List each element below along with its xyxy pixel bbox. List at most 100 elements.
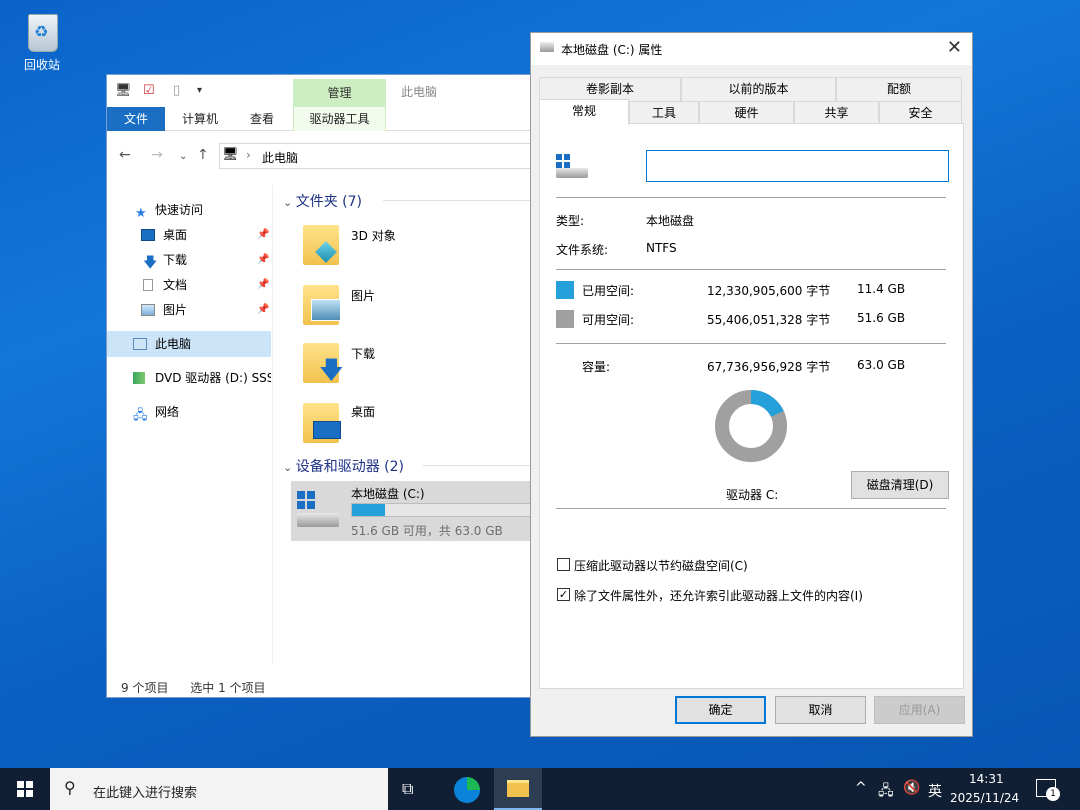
tab-hardware[interactable]: 硬件 [699,101,794,125]
general-panel: 类型: 本地磁盘 文件系统: NTFS 已用空间: 12,330,905,600… [539,123,964,689]
windows-logo-icon [17,781,24,788]
filesystem-value: NTFS [646,241,677,255]
folder-label: 桌面 [351,405,376,419]
desktop-icon [313,421,341,439]
nav-network[interactable]: 🖧 网络 [107,399,271,425]
tab-general[interactable]: 常规 [539,99,629,125]
ime-indicator[interactable]: 英 [928,781,942,801]
back-arrow-icon[interactable]: ← [119,147,131,163]
pin-icon[interactable]: 📌 [257,222,269,248]
properties-icon[interactable]: ☑ [143,83,155,98]
drive-name-input[interactable] [646,150,949,182]
folder-desktop[interactable] [301,399,341,445]
nav-label: 下载 [163,253,188,267]
address-bar-row: ← → ⌄ ↑ 🖥 › 此电脑 [107,141,539,171]
index-label: 除了文件属性外，还允许索引此驱动器上文件的内容(I) [574,589,863,603]
dialog-title: 本地磁盘 (C:) 属性 [561,43,663,57]
drive-c-tile[interactable]: 本地磁盘 (C:) 51.6 GB 可用，共 63.0 GB [291,481,537,541]
tab-row-top: 卷影副本 以前的版本 配额 [539,77,962,101]
pin-icon[interactable]: 📌 [257,297,269,323]
up-arrow-icon[interactable]: ↑ [197,147,209,163]
folder-3d-objects[interactable] [301,221,341,267]
index-checkbox[interactable]: ✓ [557,588,570,601]
notification-icon[interactable]: 1 [1036,779,1060,801]
notification-count: 1 [1046,787,1060,801]
drive-icon [540,42,554,52]
used-space-label: 已用空间: [582,284,635,298]
nav-downloads[interactable]: 🡇 下载 📌 [107,247,271,273]
download-icon: 🡇 [319,356,344,384]
address-box[interactable]: 🖥 › 此电脑 [219,143,539,169]
volume-muted-icon[interactable]: 🔇 [903,780,920,796]
recycle-bin-shortcut[interactable]: 回收站 [14,8,70,73]
tab-security[interactable]: 安全 [879,101,962,125]
compress-checkbox[interactable] [557,558,570,571]
tab-file[interactable]: 文件 [107,107,165,131]
edge-browser-icon[interactable] [454,777,480,803]
tab-quota[interactable]: 配额 [836,77,962,101]
new-folder-icon[interactable]: ▯ [173,83,180,98]
free-space-swatch [556,310,574,328]
context-tab-manage[interactable]: 管理 [293,79,386,107]
network-icon[interactable]: 🖧 [878,780,894,804]
nav-documents[interactable]: 文档 📌 [107,272,271,298]
chevron-down-icon[interactable]: ▾ [197,85,202,96]
properties-dialog: 本地磁盘 (C:) 属性 ✕ 卷影副本 以前的版本 配额 常规 工具 硬件 共享… [530,32,973,737]
tab-previous-versions[interactable]: 以前的版本 [681,77,836,101]
network-icon: 🖧 [133,408,148,423]
nav-dvd-drive[interactable]: DVD 驱动器 (D:) SSS [107,365,271,391]
disk-cleanup-button[interactable]: 磁盘清理(D) [851,471,949,499]
window-title: 此电脑 [401,85,438,99]
type-label: 类型: [556,214,585,228]
recent-chevron-icon[interactable]: ⌄ [179,151,187,162]
status-bar: 9 个项目 选中 1 个项目 [121,679,266,696]
nav-quick-access[interactable]: ★ 快速访问 [107,197,271,223]
chevron-up-icon[interactable]: ^ [855,780,867,796]
ok-button[interactable]: 确定 [675,696,766,724]
pin-icon[interactable]: 📌 [257,247,269,273]
clock-time[interactable]: 14:31 [969,772,1004,786]
close-icon[interactable]: ✕ [947,37,962,58]
tab-view[interactable]: 查看 [235,107,289,131]
dialog-title-bar: 本地磁盘 (C:) 属性 ✕ [531,33,972,65]
nav-this-pc[interactable]: 此电脑 [107,331,271,357]
tab-row-bottom: 常规 工具 硬件 共享 安全 [539,99,962,125]
nav-pictures[interactable]: 图片 📌 [107,297,271,323]
group-devices[interactable]: ⌄ 设备和驱动器 (2) [283,456,543,476]
breadcrumb: 此电脑 [262,151,299,165]
drive-icon [297,491,341,531]
start-button[interactable] [17,781,33,797]
group-folders[interactable]: ⌄ 文件夹 (7) [283,191,583,211]
taskbar-file-explorer[interactable] [494,768,542,810]
chevron-down-icon: ⌄ [283,196,296,209]
taskbar: ⚲ 在此键入进行搜索 ⧉ ^ 🖧 🔇 英 14:31 2025/11/24 1 [0,768,1080,810]
pc-icon: 🖥 [222,147,239,162]
nav-label: 桌面 [163,228,188,242]
recycle-bin-icon [22,8,62,52]
pin-icon[interactable]: 📌 [257,272,269,298]
forward-arrow-icon[interactable]: → [151,147,163,163]
folder-downloads[interactable]: 🡇 [301,339,344,385]
tab-computer[interactable]: 计算机 [171,107,229,131]
cancel-button[interactable]: 取消 [775,696,866,724]
used-space-bytes: 12,330,905,600 字节 [707,284,831,298]
tab-drive-tools[interactable]: 驱动器工具 [293,107,386,131]
tab-sharing[interactable]: 共享 [794,101,879,125]
pc-icon[interactable]: 🖥 [115,83,132,98]
tab-shadow-copies[interactable]: 卷影副本 [539,77,681,101]
taskbar-search-box[interactable]: ⚲ 在此键入进行搜索 [50,768,388,810]
nav-label: 网络 [155,405,180,419]
apply-button[interactable]: 应用(A) [874,696,965,724]
folder-label: 图片 [351,289,376,303]
tab-tools[interactable]: 工具 [629,101,699,125]
search-icon: ⚲ [64,778,76,797]
nav-desktop[interactable]: 桌面 📌 [107,222,271,248]
clock-date[interactable]: 2025/11/24 [950,791,1019,805]
dvd-icon [133,372,145,384]
drive-usage-fill [352,504,386,516]
nav-label: DVD 驱动器 (D:) SSS [155,371,271,385]
folder-pictures[interactable] [301,281,341,327]
picture-icon [311,299,341,321]
used-space-swatch [556,281,574,299]
task-view-icon[interactable]: ⧉ [402,779,413,799]
